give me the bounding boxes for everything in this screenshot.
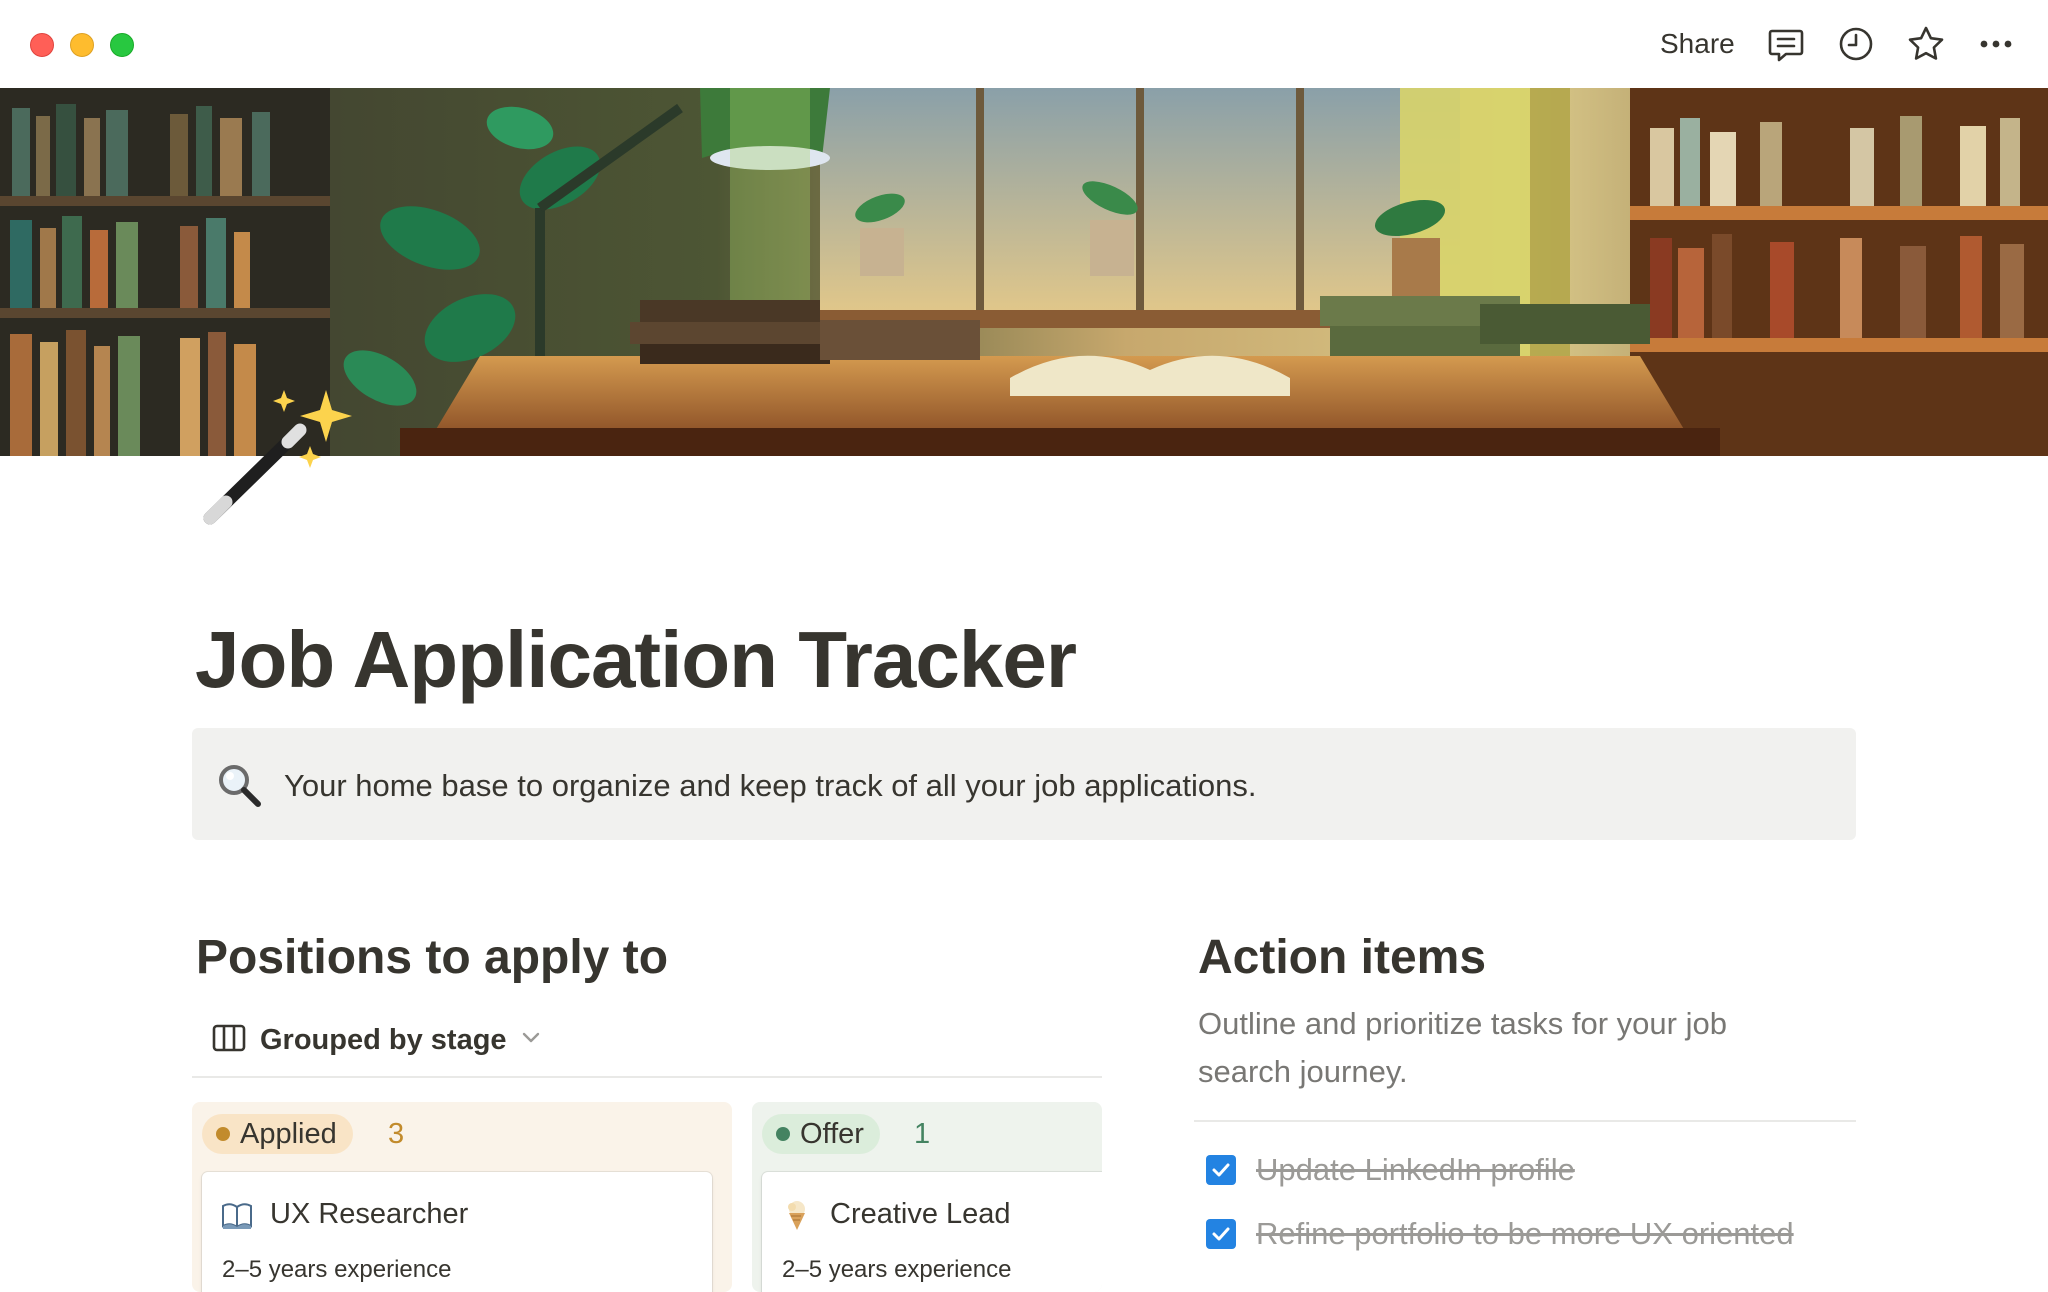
callout-text: Your home base to organize and keep trac… — [284, 768, 1257, 803]
callout-block[interactable]: Your home base to organize and keep trac… — [192, 728, 1856, 840]
window-titlebar: Share — [0, 0, 2048, 88]
minimize-window-button[interactable] — [70, 33, 94, 57]
zoom-window-button[interactable] — [110, 33, 134, 57]
checkmark-icon — [1212, 1227, 1230, 1241]
magnifying-glass-icon — [216, 762, 262, 808]
positions-heading: Positions to apply to — [196, 931, 669, 984]
more-icon[interactable] — [1976, 24, 2016, 64]
group-tag-applied[interactable]: Applied — [202, 1114, 353, 1154]
chevron-down-icon — [521, 1031, 541, 1050]
section-divider — [1194, 1120, 1856, 1122]
checkmark-icon — [1212, 1163, 1230, 1177]
open-book-icon — [220, 1198, 254, 1232]
group-count: 1 — [914, 1118, 931, 1150]
comment-icon[interactable] — [1766, 24, 1806, 64]
board-card[interactable]: UX Researcher 2–5 years experience — [202, 1172, 712, 1292]
group-name: Offer — [800, 1117, 864, 1150]
close-window-button[interactable] — [30, 33, 54, 57]
board-card[interactable]: Creative Lead 2–5 years experience — [762, 1172, 1102, 1292]
todo-item: Update LinkedIn profile — [1206, 1150, 1575, 1190]
todo-text[interactable]: Update LinkedIn profile — [1256, 1152, 1575, 1188]
todo-checkbox[interactable] — [1206, 1155, 1236, 1185]
action-items-heading: Action items — [1198, 931, 1487, 984]
group-count: 3 — [388, 1118, 405, 1150]
board-view-icon — [212, 1024, 246, 1057]
history-clock-icon[interactable] — [1836, 24, 1876, 64]
todo-text[interactable]: Refine portfolio to be more UX oriented — [1256, 1216, 1794, 1252]
todo-checkbox[interactable] — [1206, 1219, 1236, 1249]
share-button[interactable]: Share — [1648, 20, 1747, 68]
todo-item: Refine portfolio to be more UX oriented — [1206, 1214, 1794, 1254]
board-group-offer: Offer 1 Creative Lead 2–5 years experien… — [752, 1102, 1102, 1292]
status-dot — [776, 1127, 790, 1141]
view-label: Grouped by stage — [260, 1023, 507, 1056]
status-dot — [216, 1127, 230, 1141]
card-title: Creative Lead — [830, 1198, 1011, 1230]
ice-cream-icon — [780, 1198, 814, 1232]
database-view-selector[interactable]: Grouped by stage — [212, 1018, 541, 1062]
magic-wand-icon[interactable] — [192, 386, 362, 536]
board-group-applied: Applied 3 UX Researcher 2–5 years experi… — [192, 1102, 732, 1292]
action-items-description: Outline and prioritize tasks for your jo… — [1198, 1006, 1727, 1089]
page-title[interactable]: Job Application Tracker — [195, 614, 1077, 706]
card-title: UX Researcher — [270, 1198, 469, 1230]
view-divider — [192, 1076, 1102, 1078]
star-icon[interactable] — [1906, 24, 1946, 64]
group-tag-offer[interactable]: Offer — [762, 1114, 880, 1154]
group-name: Applied — [240, 1117, 337, 1150]
